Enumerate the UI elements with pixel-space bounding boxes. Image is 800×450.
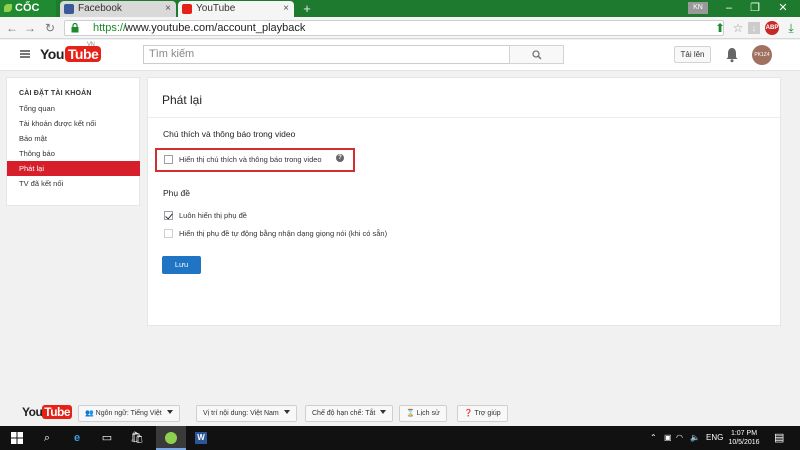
volume-icon[interactable]: 🔈 — [690, 426, 700, 450]
tab-label: YouTube — [196, 3, 236, 14]
account-settings-sidebar: CÀI ĐẶT TÀI KHOẢN Tổng quan Tài khoản đư… — [6, 77, 140, 206]
url-host: www.youtube.com/account_playback — [125, 22, 306, 34]
extension-icon[interactable]: ↓ — [748, 22, 760, 34]
leaf-icon — [4, 4, 12, 12]
upload-button[interactable]: Tải lên — [674, 46, 711, 63]
bell-icon[interactable] — [725, 47, 739, 63]
clock-time: 1:07 PM — [730, 430, 758, 437]
playback-settings-panel: Phát lại Chú thích và thông báo trong vi… — [147, 77, 781, 326]
lock-icon — [71, 23, 79, 33]
language-button[interactable]: 👥 Ngôn ngữ: Tiếng Việt — [78, 405, 180, 422]
sidebar-item-notifications[interactable]: Thông báo — [7, 146, 140, 161]
subtitles-section-heading: Phụ đề — [163, 188, 190, 198]
wifi-icon[interactable]: ◠ — [676, 426, 683, 450]
clock[interactable]: 1:07 PM 10/5/2016 — [724, 429, 764, 447]
tab-label: Facebook — [78, 3, 122, 14]
help-button[interactable]: ❓ Trợ giúp — [457, 405, 508, 422]
facebook-icon — [64, 4, 74, 14]
auto-subtitles-checkbox[interactable] — [164, 229, 173, 238]
chevron-down-icon — [283, 410, 290, 414]
footer-youtube-logo[interactable]: You Tube — [22, 405, 73, 419]
windows-taskbar: ⌕ e ▭ 🛍 W ⌃ ▣ ◠ 🔈 ENG 1:07 PM 10/5/2016 … — [0, 426, 800, 450]
new-tab-button[interactable]: + — [298, 1, 316, 16]
minimize-button[interactable]: – — [718, 0, 740, 17]
browser-toolbar: ← → ↻ https:// www.youtube.com/account_p… — [0, 17, 800, 39]
sidebar-item-overview[interactable]: Tổng quan — [7, 101, 140, 116]
sidebar-item-connected-tv[interactable]: TV đã kết nối — [7, 176, 140, 191]
youtube-icon — [182, 4, 192, 14]
clock-date: 10/5/2016 — [728, 439, 760, 446]
sidebar-item-playback[interactable]: Phát lại — [7, 161, 140, 176]
region-label: VN — [87, 42, 95, 48]
people-icon: 👥 — [85, 410, 96, 417]
windows-logo — [11, 432, 23, 445]
search-icon — [532, 50, 542, 60]
windows-start-icon[interactable] — [2, 426, 32, 450]
back-button[interactable]: ← — [4, 20, 20, 36]
annotations-checkbox[interactable] — [164, 155, 173, 164]
tab-youtube[interactable]: YouTube × — [178, 1, 294, 17]
downloads-icon[interactable]: ⤓ — [783, 20, 799, 36]
close-icon[interactable]: × — [283, 1, 289, 17]
search-input[interactable]: Tìm kiếm — [143, 45, 509, 64]
profile-chip[interactable]: KN — [688, 2, 708, 14]
url-protocol: https:// — [93, 22, 127, 34]
annotations-checkbox-label[interactable]: Hiển thị chú thích và thông báo trong vi… — [179, 155, 322, 164]
help-icon: ❓ — [464, 410, 475, 417]
word-logo-icon: W — [195, 432, 207, 445]
annotations-section-heading: Chú thích và thông báo trong video — [163, 129, 296, 139]
coccoc-icon[interactable] — [156, 426, 186, 450]
search-button[interactable] — [509, 45, 564, 64]
help-icon[interactable]: ? — [336, 154, 344, 162]
store-icon[interactable]: 🛍 — [122, 426, 152, 450]
maximize-button[interactable]: ❐ — [744, 0, 766, 17]
adblock-icon[interactable]: ABP — [765, 21, 779, 35]
auto-subtitles-label[interactable]: Hiển thị phụ đề tự động bằng nhận dạng g… — [179, 229, 387, 238]
coccoc-logo[interactable]: CỐC CỐC — [0, 0, 56, 31]
star-icon[interactable]: ☆ — [730, 20, 746, 36]
notification-icon[interactable]: ▤ — [774, 426, 784, 450]
always-subtitles-label[interactable]: Luôn hiển thị phụ đề — [179, 211, 247, 220]
network-icon[interactable]: ▣ — [664, 426, 672, 450]
download-arrow-icon[interactable]: ⬆ — [712, 20, 728, 36]
hourglass-icon: ⌛ — [406, 410, 417, 417]
edge-icon[interactable]: e — [62, 426, 92, 450]
save-button[interactable]: Lưu — [162, 256, 201, 274]
address-bar[interactable]: https:// www.youtube.com/account_playbac… — [64, 20, 724, 36]
sidebar-item-privacy[interactable]: Bảo mật — [7, 131, 140, 146]
reload-button[interactable]: ↻ — [42, 20, 58, 36]
restricted-mode-button[interactable]: Chế độ hạn chế: Tắt — [305, 405, 394, 422]
youtube-header: You Tube VN Tìm kiếm Tải lên PK1Z4 — [0, 40, 800, 71]
chevron-down-icon — [380, 410, 387, 414]
word-icon[interactable]: W — [186, 426, 216, 450]
divider — [148, 117, 780, 118]
sidebar-item-connected-accounts[interactable]: Tài khoản được kết nối — [7, 116, 140, 131]
history-button[interactable]: ⌛ Lịch sử — [399, 405, 447, 422]
chevron-down-icon — [166, 410, 173, 414]
search-icon[interactable]: ⌕ — [32, 426, 62, 450]
menu-icon[interactable] — [20, 50, 30, 58]
language-indicator[interactable]: ENG — [706, 426, 723, 450]
avatar[interactable]: PK1Z4 — [752, 45, 772, 65]
youtube-logo[interactable]: You Tube VN — [40, 42, 102, 64]
close-window-button[interactable]: ✕ — [772, 0, 794, 17]
always-subtitles-checkbox[interactable] — [164, 211, 173, 220]
youtube-footer: You Tube 👥 Ngôn ngữ: Tiếng Việt Vị trí nộ… — [0, 398, 800, 426]
location-button[interactable]: Vị trí nội dung: Việt Nam — [196, 405, 297, 422]
browser-tabstrip: CỐC CỐC Facebook × YouTube × + KN – ❐ ✕ — [0, 0, 800, 31]
tray-up-arrow-icon[interactable]: ⌃ — [650, 426, 657, 450]
coccoc-logo-icon — [165, 432, 177, 445]
task-view-icon[interactable]: ▭ — [92, 426, 122, 450]
page-title: Phát lại — [162, 93, 203, 107]
tab-facebook[interactable]: Facebook × — [60, 1, 176, 17]
forward-button[interactable]: → — [22, 20, 38, 36]
close-icon[interactable]: × — [165, 1, 171, 17]
sidebar-heading: CÀI ĐẶT TÀI KHOẢN — [19, 90, 92, 97]
